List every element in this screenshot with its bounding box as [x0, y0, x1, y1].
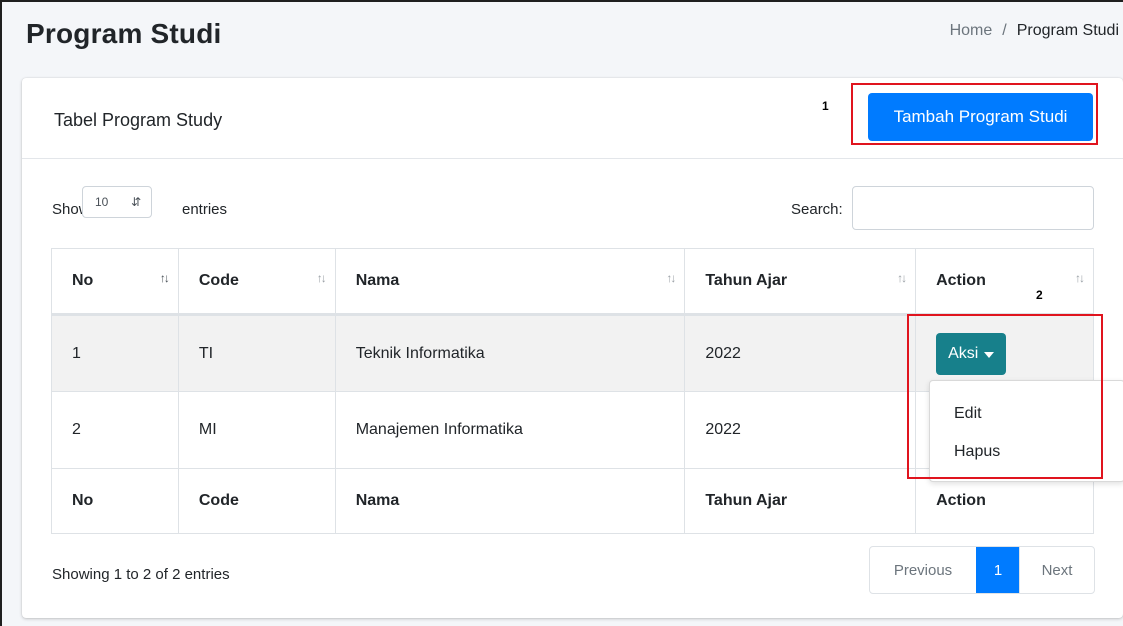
search-input[interactable]: [852, 186, 1094, 230]
entries-length-value: 10: [95, 195, 109, 209]
cell-code: TI: [177, 314, 336, 392]
sort-icon: ↑↓: [159, 271, 170, 285]
sort-icon: ↑↓: [1075, 271, 1085, 285]
cell-tahun-ajar: 2022: [684, 391, 917, 469]
breadcrumb-home-link[interactable]: Home: [950, 22, 993, 40]
cell-no: 1: [51, 314, 179, 392]
column-header-code[interactable]: Code ↑↓: [177, 248, 336, 316]
table-info: Showing 1 to 2 of 2 entries: [52, 566, 230, 583]
footer-nama: Nama: [334, 468, 686, 534]
breadcrumb-separator: /: [1002, 22, 1007, 39]
pagination-page-1[interactable]: 1: [976, 547, 1019, 593]
pagination-next[interactable]: Next: [1019, 547, 1094, 593]
cell-code: MI: [177, 391, 336, 469]
window-frame-top: [0, 0, 1123, 2]
pagination-previous[interactable]: Previous: [870, 547, 976, 593]
card-title: Tabel Program Study: [54, 110, 223, 130]
window-frame-left: [0, 0, 2, 626]
column-header-no[interactable]: No ↑↓: [51, 248, 179, 316]
table-header-row: No ↑↓ Code ↑↓ Nama ↑↓ Tahun Ajar ↑↓ Action ↑↓: [51, 248, 1094, 316]
cell-no: 2: [51, 391, 179, 469]
cell-tahun-ajar: 2022: [684, 314, 917, 392]
search-label: Search:: [791, 201, 843, 218]
column-header-action[interactable]: Action ↑↓: [915, 248, 1094, 316]
footer-code: Code: [177, 468, 336, 534]
column-header-nama[interactable]: Nama ↑↓: [334, 248, 686, 316]
pagination: Previous 1 Next: [869, 546, 1095, 594]
column-header-tahun-ajar[interactable]: Tahun Ajar ↑↓: [684, 248, 917, 316]
page-title: Program Studi: [26, 18, 222, 49]
add-program-studi-button[interactable]: Tambah Program Studi: [868, 93, 1093, 141]
breadcrumb-current: Program Studi: [1016, 22, 1119, 39]
select-caret-icon: ⇵: [130, 195, 141, 209]
cell-nama: Manajemen Informatika: [334, 391, 686, 469]
length-suffix-label: entries: [182, 201, 228, 218]
annotation-number-1: 1: [822, 99, 829, 113]
cell-nama: Teknik Informatika: [334, 314, 686, 392]
entries-length-select[interactable]: 10 ⇵: [82, 186, 152, 218]
sort-icon: ↑↓: [316, 271, 327, 285]
footer-tahun-ajar: Tahun Ajar: [684, 468, 917, 534]
card-header: Tabel Program Study 1 Tambah Program Stu…: [22, 78, 1123, 159]
annotation-number-2: 2: [1036, 288, 1043, 302]
annotation-highlight-2: [907, 314, 1103, 479]
breadcrumb: Home / Program Studi: [950, 22, 1119, 40]
sort-icon: ↑↓: [897, 271, 907, 285]
sort-icon: ↑↓: [666, 271, 676, 285]
footer-no: No: [51, 468, 179, 534]
